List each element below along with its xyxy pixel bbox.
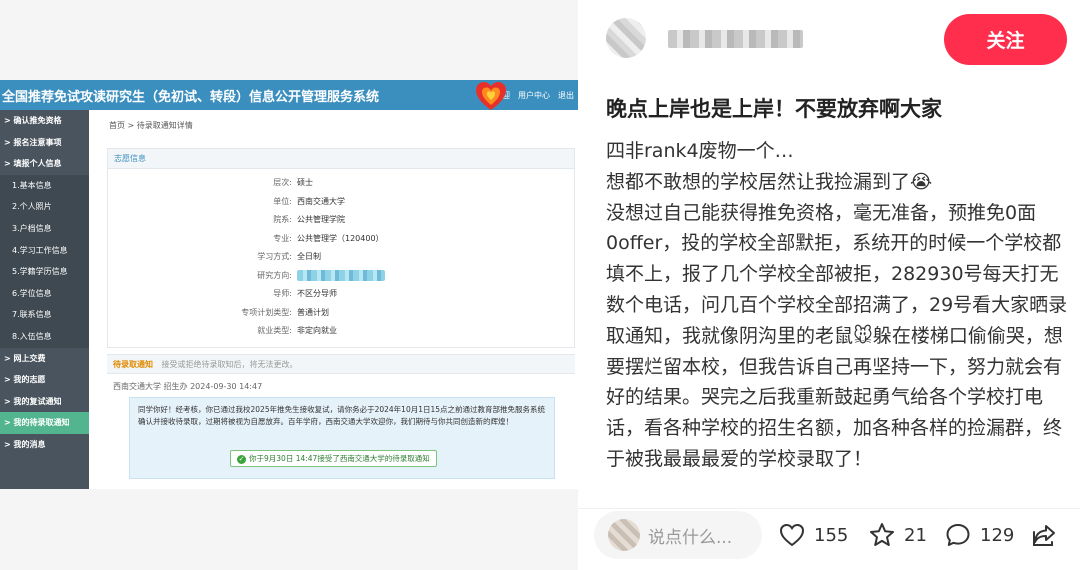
sidebar-item[interactable]: 4.学习工作信息	[0, 239, 89, 262]
info-field-value: 非定向就业	[297, 326, 337, 335]
share-icon	[1033, 525, 1055, 546]
info-field-row: 院系: 公共管理学院	[108, 214, 576, 230]
info-field-value: 公共管理学（120400）	[297, 233, 384, 243]
user-avatar	[608, 519, 640, 551]
content-fade	[578, 470, 1080, 510]
like-count: 155	[814, 524, 849, 546]
note-paragraph: 想都不敢想的学校居然让我捡漏到了😭	[606, 170, 933, 193]
info-field-row: 就业类型: 非定向就业	[108, 325, 576, 341]
info-field-value	[297, 269, 385, 281]
author-avatar[interactable]	[606, 18, 646, 58]
check-circle-icon: ✓	[237, 454, 246, 464]
system-main: 首页 > 待录取通知详情 志愿信息 层次: 硕士 单位: 西南交通大学 院系: 公共管理学…	[89, 110, 578, 489]
comment-bubble-icon	[946, 524, 970, 546]
system-header: 全国推荐免试攻读研究生（免初试、转段）信息公开管理服务系统 欢迎 用户中心 退出	[0, 80, 578, 110]
info-field-value: 不区分导师	[297, 289, 337, 298]
info-field-row: 专项计划类型: 普通计划	[108, 307, 576, 323]
interaction-bar: 说点什么... 155 21 129	[578, 508, 1080, 570]
sidebar-item[interactable]: > 填报个人信息	[0, 153, 89, 175]
notice-message: 同学你好！经考核，你已通过我校2025年推免生接收复试，请你务必于2024年10…	[138, 405, 546, 426]
accepted-status-text: 你于9月30日 14:47接受了西南交通大学的待录取通知	[249, 454, 430, 463]
info-field-row: 学习方式: 全日制	[108, 251, 576, 267]
note-paragraph: 没想过自己能获得推免资格，毫无准备，预推免0面0offer，投的学校全部默拒，系…	[606, 201, 1068, 470]
info-field-label: 导师:	[273, 289, 292, 298]
comment-button[interactable]: 129	[944, 521, 1014, 549]
volunteer-info-box: 志愿信息 层次: 硕士 单位: 西南交通大学 院系: 公共管理学院 专业: 公共管理学（120…	[107, 148, 575, 348]
info-field-row: 专业: 公共管理学（120400）	[108, 233, 576, 249]
info-field-value: 普通计划	[297, 307, 329, 317]
follow-button[interactable]: 关注	[944, 14, 1067, 65]
info-field-value: 西南交通大学	[297, 196, 345, 206]
info-field-value: 硕士	[297, 178, 313, 187]
info-field-label: 院系:	[273, 215, 292, 224]
comment-count: 129	[980, 524, 1015, 546]
sidebar-item[interactable]: > 我的消息	[0, 434, 89, 456]
breadcrumb: 首页 > 待录取通知详情	[109, 121, 193, 130]
note-panel: 关注 晚点上岸也是上岸！不要放弃啊大家 四非rank4废物一个… 想都不敢想的学…	[578, 0, 1080, 570]
info-field-label: 专项计划类型:	[241, 307, 292, 317]
info-field-row: 层次: 硕士	[108, 177, 576, 193]
author-name-blurred[interactable]	[668, 30, 803, 48]
info-field-label: 专业:	[273, 233, 292, 243]
share-button[interactable]	[1030, 521, 1058, 549]
xiaohongshu-note-page: 全国推荐免试攻读研究生（免初试、转段）信息公开管理服务系统 欢迎 用户中心 退出…	[0, 0, 1080, 570]
sidebar-item[interactable]: 3.户档信息	[0, 217, 89, 240]
sidebar-item[interactable]: > 我的待录取通知	[0, 412, 89, 434]
user-center-link: 用户中心	[518, 90, 550, 100]
notice-message-box: 同学你好！经考核，你已通过我校2025年推免生接收复试，请你务必于2024年10…	[129, 397, 555, 479]
volunteer-info-title: 志愿信息	[108, 149, 574, 169]
sidebar-item[interactable]: 6.学位信息	[0, 282, 89, 305]
note-image[interactable]: 全国推荐免试攻读研究生（免初试、转段）信息公开管理服务系统 欢迎 用户中心 退出…	[0, 0, 578, 570]
collect-count: 21	[904, 524, 927, 546]
sidebar-item[interactable]: 7.联系信息	[0, 304, 89, 326]
accepted-status: ✓ 你于9月30日 14:47接受了西南交通大学的待录取通知	[230, 450, 437, 467]
pending-admission-header: 待录取通知 接受或拒绝待录取知后，将无法更改。	[107, 354, 575, 374]
notice-meta: 西南交通大学 招生办 2024-09-30 14:47	[113, 382, 263, 391]
info-field-label: 研究方向:	[257, 270, 292, 280]
info-field-value: 全日制	[297, 252, 321, 261]
pending-admission-title: 待录取通知	[113, 360, 153, 369]
sidebar-item[interactable]: > 我的复试通知	[0, 391, 89, 413]
note-paragraph: 四非rank4废物一个…	[606, 140, 794, 162]
system-title: 全国推荐免试攻读研究生（免初试、转段）信息公开管理服务系统	[2, 89, 380, 105]
collect-button[interactable]: 21	[868, 521, 927, 549]
star-icon	[870, 523, 894, 546]
note-body: 四非rank4废物一个… 想都不敢想的学校居然让我捡漏到了😭 没想过自己能获得推…	[606, 136, 1068, 490]
sidebar-item[interactable]: > 确认推免资格	[0, 110, 89, 132]
info-field-value: 公共管理学院	[297, 215, 345, 224]
info-field-label: 学习方式:	[257, 252, 292, 261]
sidebar-item[interactable]: > 网上交费	[0, 348, 89, 370]
info-field-row: 单位: 西南交通大学	[108, 196, 576, 212]
sidebar-item[interactable]: > 报名注意事项	[0, 132, 89, 154]
info-field-row: 导师: 不区分导师	[108, 288, 576, 304]
logout-link: 退出	[558, 90, 574, 100]
sidebar-item[interactable]: > 我的志愿	[0, 369, 89, 391]
blurred-research-direction	[297, 269, 385, 281]
pending-admission-note: 接受或拒绝待录取知后，将无法更改。	[161, 360, 298, 369]
sidebar-item[interactable]: 1.基本信息	[0, 174, 89, 197]
fire-heart-sticker-icon	[476, 82, 506, 110]
admission-system-screenshot: 全国推荐免试攻读研究生（免初试、转段）信息公开管理服务系统 欢迎 用户中心 退出…	[0, 80, 578, 489]
sidebar-item[interactable]: 8.入伍信息	[0, 325, 89, 348]
comment-placeholder: 说点什么...	[648, 527, 733, 548]
like-button[interactable]: 155	[778, 521, 848, 549]
sidebar-item[interactable]: 2.个人照片	[0, 196, 89, 218]
sidebar-item[interactable]: 5.学籍学历信息	[0, 261, 89, 283]
comment-input[interactable]: 说点什么...	[594, 511, 762, 559]
note-title: 晚点上岸也是上岸！不要放弃啊大家	[606, 97, 942, 121]
heart-icon	[779, 523, 805, 547]
info-field-label: 层次:	[273, 178, 292, 187]
system-sidebar: > 确认推免资格 > 报名注意事项 > 填报个人信息 1.基本信息 2.个人照片 3.户档…	[0, 110, 89, 489]
info-field-row: 研究方向:	[108, 269, 576, 286]
info-field-label: 就业类型:	[257, 326, 292, 335]
info-field-label: 单位:	[273, 196, 292, 206]
